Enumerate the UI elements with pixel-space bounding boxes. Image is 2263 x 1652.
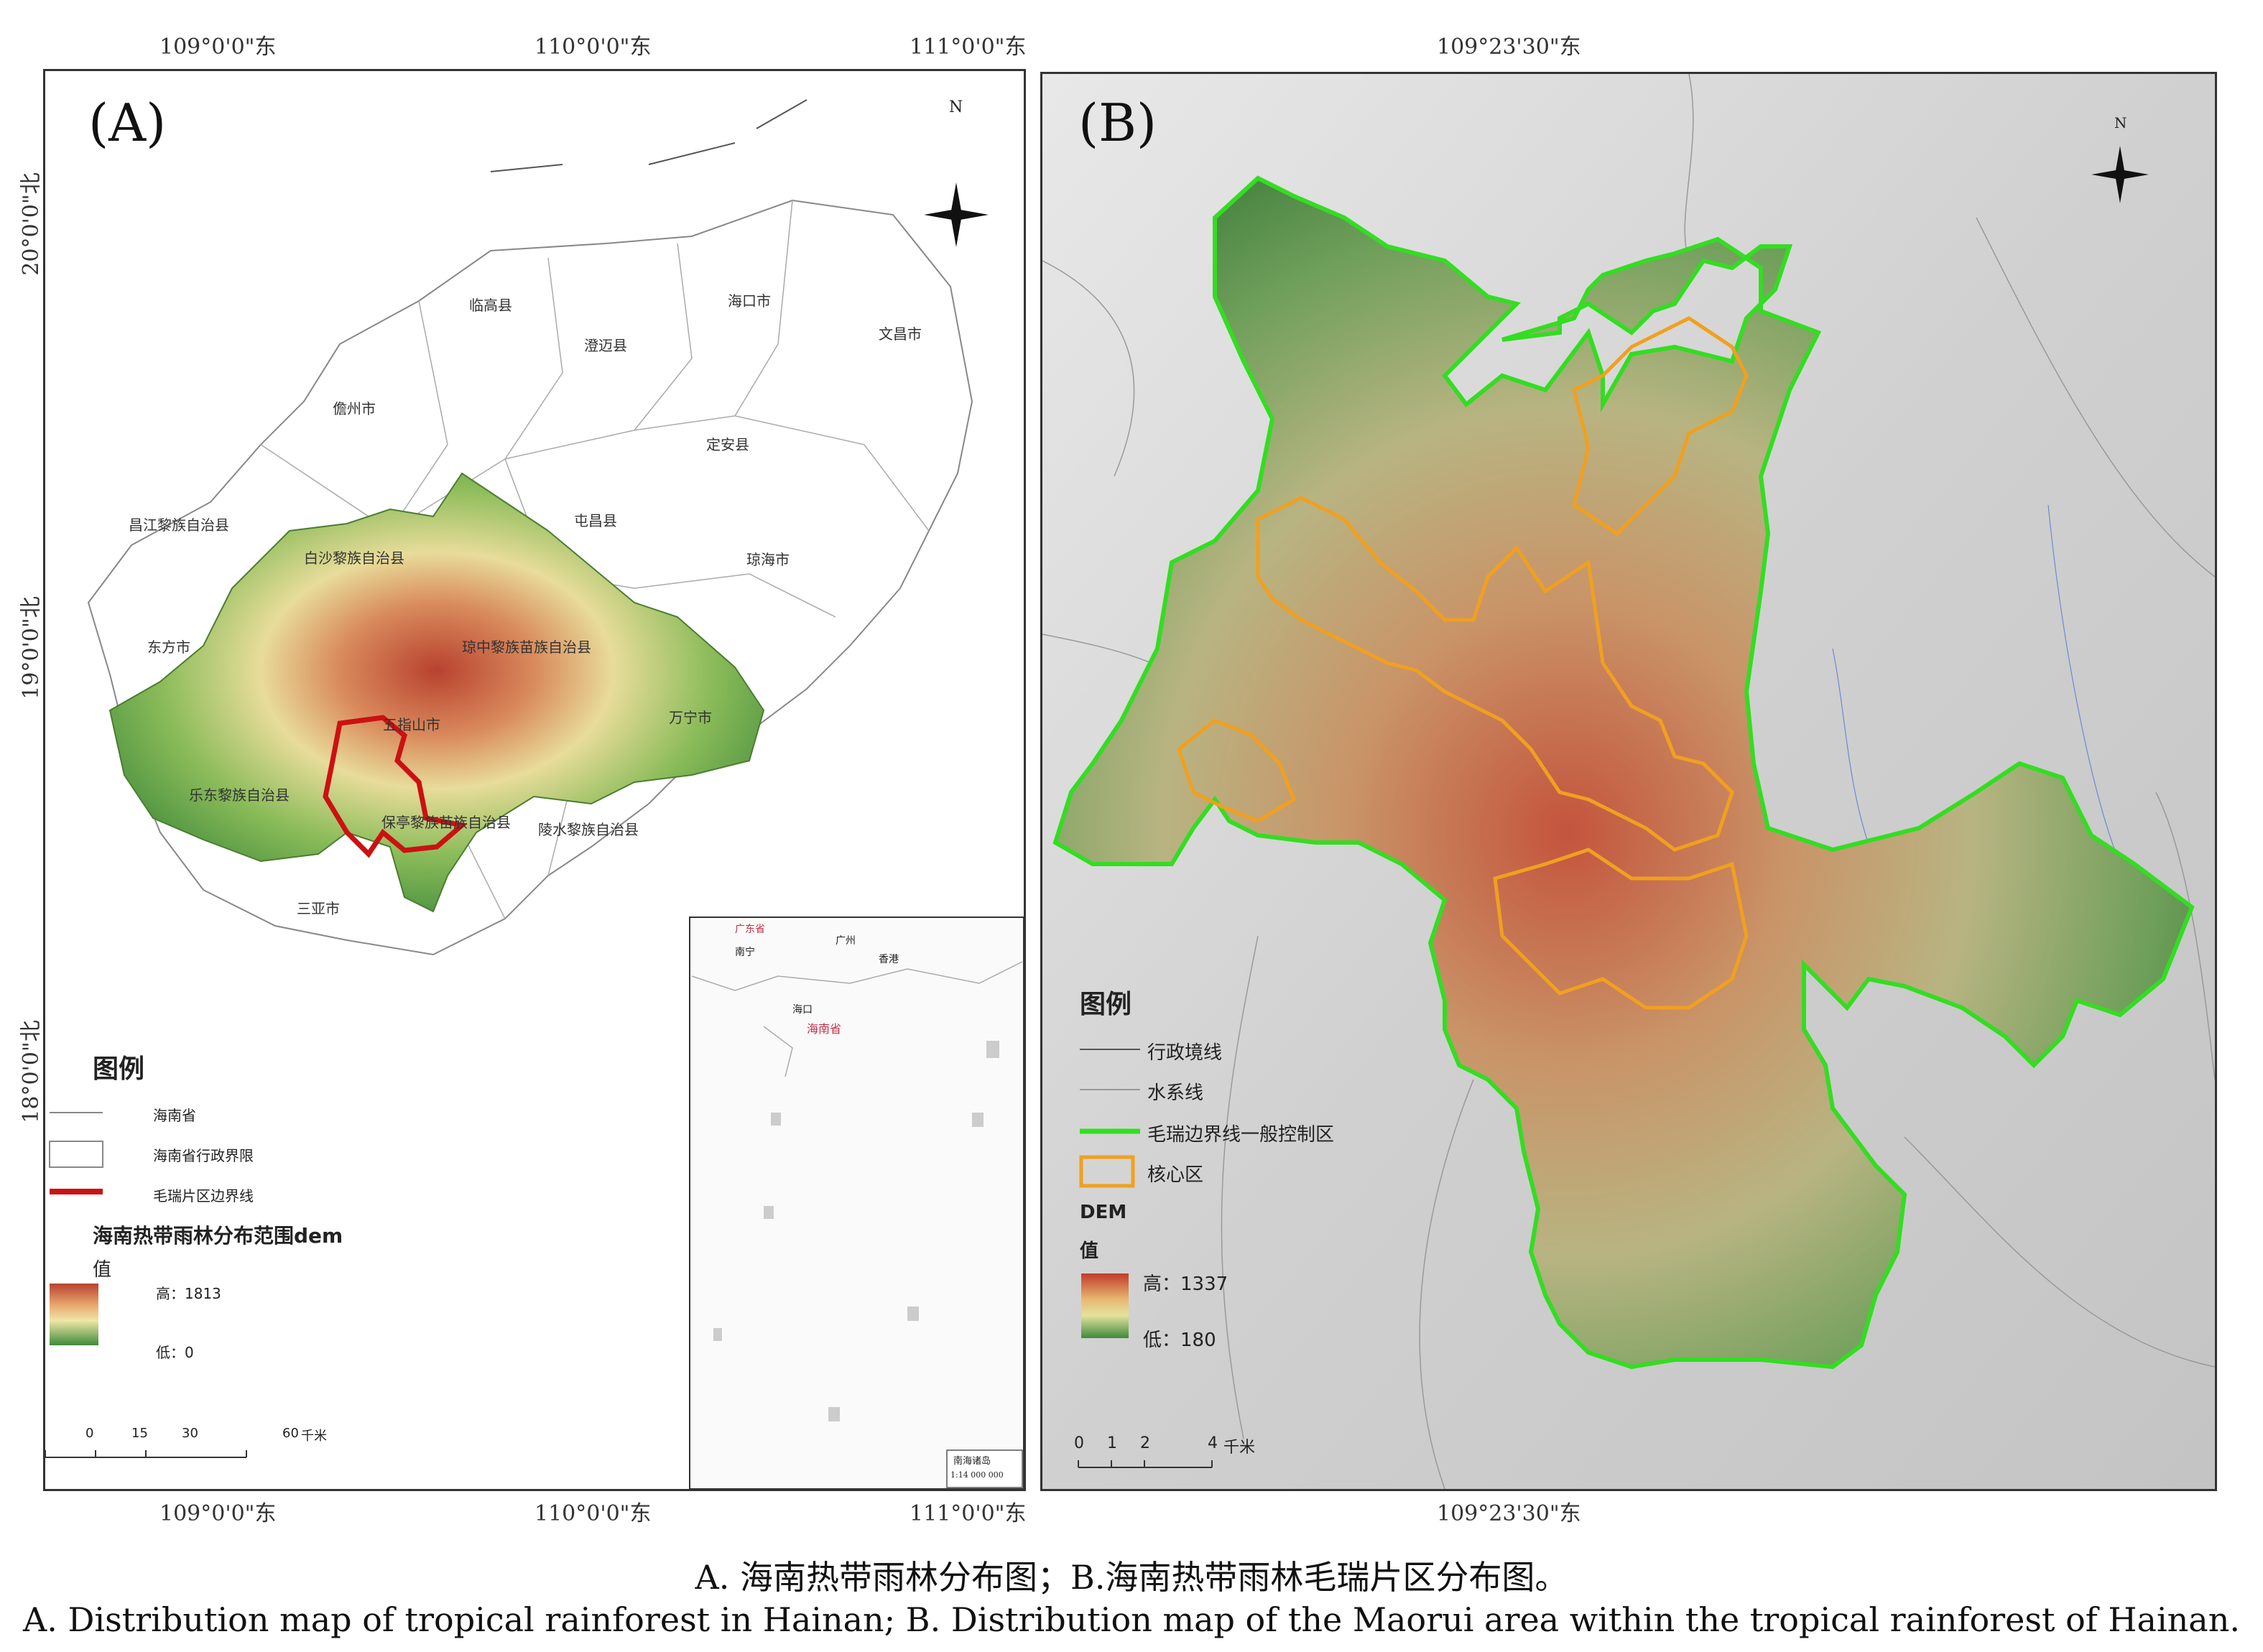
legend-dem-title: 海南热带雨林分布范围dem xyxy=(93,1224,343,1248)
panel-a-coord-bottom-1: 109°0'0"东 xyxy=(159,1501,277,1526)
region-label: 陵水黎族自治县 xyxy=(538,821,639,838)
panel-b-coord-bottom: 109°23'30"东 xyxy=(1437,1501,1581,1526)
inset-label: 海南省 xyxy=(807,1022,842,1036)
legend-high: 高：1337 xyxy=(1143,1273,1228,1295)
legend-high: 高：1813 xyxy=(156,1285,221,1302)
panel-a-svg xyxy=(45,99,1024,1489)
region-label: 文昌市 xyxy=(879,325,922,343)
legend-item-water-line: 水系线 xyxy=(1147,1082,1204,1104)
region-label: 保亭黎族苗族自治县 xyxy=(381,814,511,831)
legend-low: 低：180 xyxy=(1143,1330,1216,1351)
panel-a-coord-top-3: 111°0'0"东 xyxy=(910,34,1027,60)
inset-scale-note: 1:14 000 000 xyxy=(950,1470,1004,1480)
inset-label: 海口 xyxy=(792,1004,813,1016)
scale-tick: 15 xyxy=(131,1426,148,1441)
region-label: 海口市 xyxy=(728,292,771,310)
region-label: 琼海市 xyxy=(746,551,790,568)
panel-b-legend-title: 图例 xyxy=(1080,990,1132,1019)
scale-tick: 4 xyxy=(1208,1434,1218,1452)
legend-item-admin-line: 行政境线 xyxy=(1147,1042,1223,1064)
scale-tick: 30 xyxy=(182,1426,198,1441)
inset-label: 广东省 xyxy=(735,924,765,935)
scale-tick: 1 xyxy=(1107,1434,1117,1452)
legend-item-admin: 海南省行政界限 xyxy=(153,1147,254,1164)
legend-item-core: 核心区 xyxy=(1147,1164,1204,1186)
scale-tick: 60 xyxy=(282,1426,299,1441)
panel-b-coord-top: 109°23'30"东 xyxy=(1437,34,1581,60)
region-label: 昌江黎族自治县 xyxy=(129,516,229,534)
region-label: 五指山市 xyxy=(383,716,440,733)
panel-a-coord-top-2: 110°0'0"东 xyxy=(534,34,652,60)
legend-value-label: 值 xyxy=(1080,1240,1099,1262)
region-label: 琼中黎族苗族自治县 xyxy=(462,639,591,656)
region-label: 儋州市 xyxy=(333,400,376,417)
panel-a-label: (A) xyxy=(88,93,167,153)
legend-item-boundary: 毛瑞边界线一般控制区 xyxy=(1147,1124,1335,1146)
scale-tick: 0 xyxy=(1074,1434,1084,1452)
legend-low: 低：0 xyxy=(156,1344,194,1361)
panel-a-coord-bottom-3: 111°0'0"东 xyxy=(910,1501,1027,1526)
scale-unit: 千米 xyxy=(1223,1439,1256,1457)
panel-a-north-arrow xyxy=(924,182,989,247)
region-label: 三亚市 xyxy=(297,900,340,917)
region-label: 屯昌县 xyxy=(574,512,617,529)
scale-unit: 千米 xyxy=(301,1429,327,1444)
region-label: 澄迈县 xyxy=(584,337,627,354)
scale-tick: 0 xyxy=(85,1426,94,1441)
legend-value-label: 值 xyxy=(93,1259,112,1281)
inset-label: 广州 xyxy=(836,935,856,947)
panel-a-coord-bottom-2: 110°0'0"东 xyxy=(534,1501,652,1526)
region-label: 白沙黎族自治县 xyxy=(304,549,404,567)
panel-a-coord-left-3: 18°0'0"北 xyxy=(19,1020,44,1123)
panel-a-map: (A) N 临高县 澄迈县 海口市 文昌市 儋州市 定安县 屯昌县 昌江黎族自治… xyxy=(43,69,1026,1491)
legend-dem-title: DEM xyxy=(1080,1202,1127,1223)
caption-zh: A. 海南热带雨林分布图；B.海南热带雨林毛瑞片区分布图。 xyxy=(695,1558,1568,1597)
panel-b-north-label: N xyxy=(2114,114,2127,131)
inset-map-frame xyxy=(689,917,1024,1489)
inset-label: 香港 xyxy=(879,954,899,965)
caption-en: A. Distribution map of tropical rainfore… xyxy=(23,1600,2240,1639)
inset-label: 南宁 xyxy=(735,947,755,958)
region-label: 万宁市 xyxy=(669,709,712,726)
region-label: 东方市 xyxy=(147,639,190,656)
panel-a-coord-top-1: 109°0'0"东 xyxy=(159,34,277,60)
legend-item-hainan: 海南省 xyxy=(153,1107,196,1124)
panel-b-label: (B) xyxy=(1078,93,1157,153)
panel-a-coord-left-1: 20°0'0"北 xyxy=(19,172,44,276)
legend-item-maorui: 毛瑞片区边界线 xyxy=(153,1187,254,1205)
region-label: 临高县 xyxy=(469,297,512,314)
scale-tick: 2 xyxy=(1140,1434,1150,1452)
panel-a-north-label: N xyxy=(949,98,963,116)
panel-a-legend-title: 图例 xyxy=(93,1054,145,1084)
panel-a-coord-left-2: 19°0'0"北 xyxy=(19,596,44,700)
panel-b-map: (B) N 图例 行政境线 水系线 毛瑞边界线一般控制区 核心区 DEM 值 高… xyxy=(1040,72,2217,1491)
region-label: 乐东黎族自治县 xyxy=(189,786,290,804)
inset-label: 南海诸岛 xyxy=(953,1456,991,1467)
region-label: 定安县 xyxy=(706,436,749,453)
